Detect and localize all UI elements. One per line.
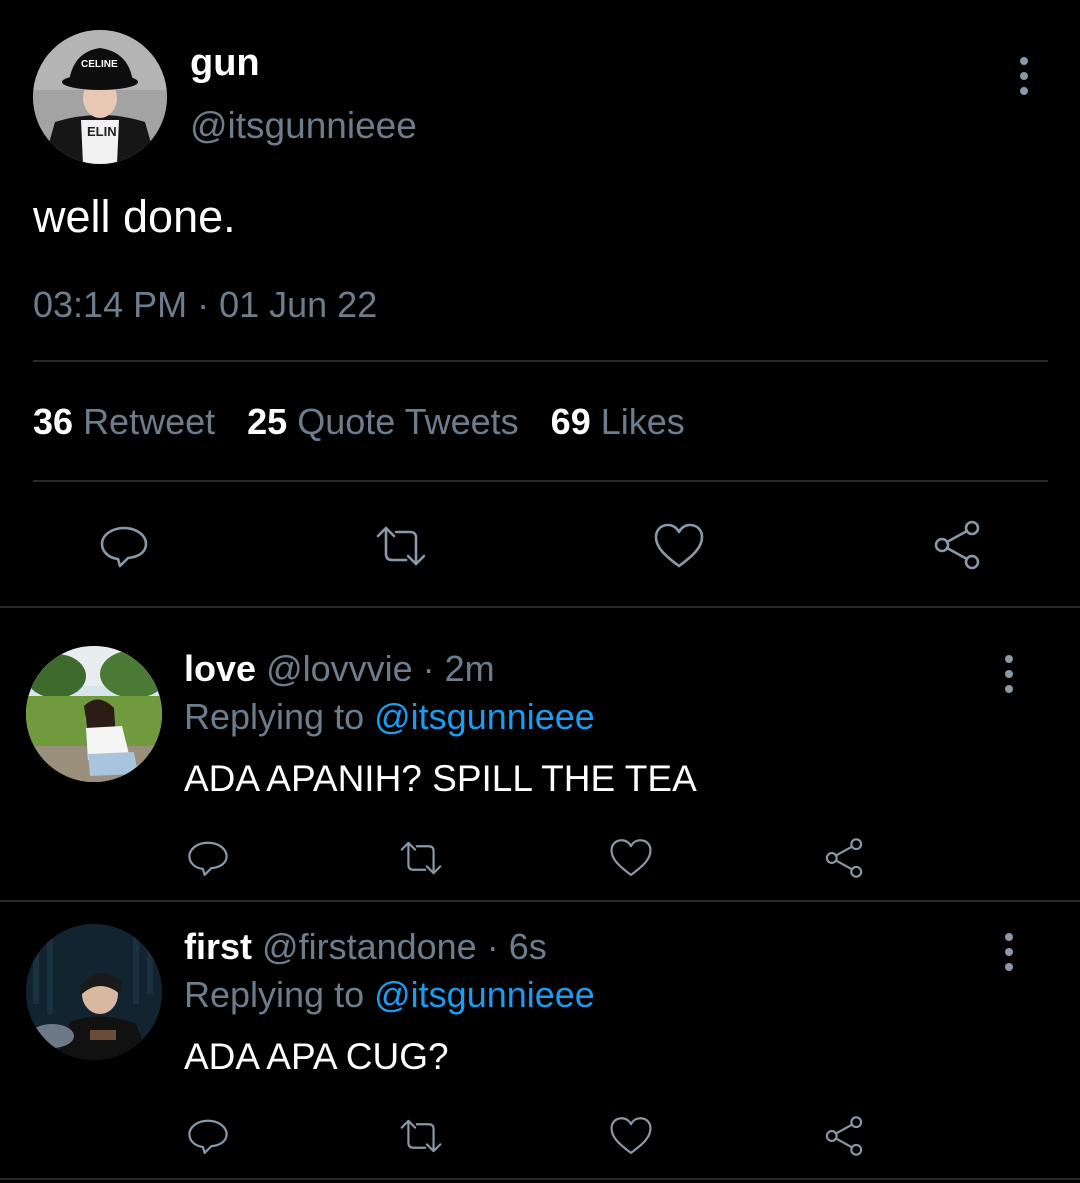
replying-to: Replying to @itsgunnieee	[184, 694, 595, 740]
quote-count: 25	[247, 401, 288, 442]
divider	[0, 900, 1080, 902]
replying-to: Replying to @itsgunnieee	[184, 972, 595, 1018]
replying-to-handle[interactable]: @itsgunnieee	[374, 974, 595, 1015]
share-icon[interactable]	[822, 836, 866, 880]
reply-icon[interactable]	[98, 520, 150, 572]
divider	[33, 360, 1048, 362]
like-icon[interactable]	[608, 1114, 654, 1158]
replying-to-label: Replying to	[184, 696, 365, 737]
replying-to-handle[interactable]: @itsgunnieee	[374, 696, 595, 737]
tweet-stats: 36 Retweet 25 Quote Tweets 69 Likes	[33, 400, 717, 444]
avatar[interactable]: ELIN CELINE	[33, 30, 167, 164]
avatar[interactable]	[26, 924, 162, 1060]
share-icon[interactable]	[930, 518, 984, 572]
more-options-icon[interactable]	[1004, 655, 1014, 693]
tweet-text: well done.	[33, 191, 236, 242]
reply-handle[interactable]: @lovvvie	[266, 648, 413, 689]
reply-icon[interactable]	[186, 836, 230, 880]
reply-display-name[interactable]: love	[184, 648, 256, 689]
likes-count: 69	[550, 401, 591, 442]
likes-label: Likes	[600, 401, 685, 442]
retweet-icon[interactable]	[370, 520, 432, 572]
like-icon[interactable]	[652, 520, 706, 572]
like-icon[interactable]	[608, 836, 654, 880]
svg-text:ELIN: ELIN	[87, 124, 117, 139]
share-icon[interactable]	[822, 1114, 866, 1158]
tweet-timestamp[interactable]: 03:14 PM · 01 Jun 22	[33, 283, 377, 327]
author-display-name[interactable]: gun	[190, 40, 260, 86]
reply-display-name[interactable]: first	[184, 926, 252, 967]
reply-handle[interactable]: @firstandone	[262, 926, 477, 967]
reply-text: ADA APANIH? SPILL THE TEA	[184, 758, 697, 799]
reply-time: · 2m	[422, 648, 495, 689]
avatar-image: ELIN CELINE	[33, 30, 167, 164]
avatar-image	[26, 924, 162, 1060]
quote-label: Quote Tweets	[297, 401, 519, 442]
reply-icon[interactable]	[186, 1114, 230, 1158]
retweet-icon[interactable]	[395, 836, 447, 880]
avatar[interactable]	[26, 646, 162, 782]
divider	[33, 480, 1048, 482]
retweet-icon[interactable]	[395, 1114, 447, 1158]
author-handle[interactable]: @itsgunnieee	[190, 103, 417, 149]
likes-stat[interactable]: 69 Likes	[551, 400, 685, 444]
quote-stat[interactable]: 25 Quote Tweets	[247, 400, 519, 444]
avatar-image	[26, 646, 162, 782]
svg-text:CELINE: CELINE	[81, 59, 118, 70]
divider	[0, 1178, 1080, 1180]
retweet-label: Retweet	[83, 401, 216, 442]
more-options-icon[interactable]	[1004, 933, 1014, 971]
reply-text: ADA APA CUG?	[184, 1036, 449, 1077]
retweet-count: 36	[33, 401, 74, 442]
replying-to-label: Replying to	[184, 974, 365, 1015]
reply-header: love @lovvvie · 2m	[184, 646, 495, 692]
reply-time: · 6s	[486, 926, 547, 967]
retweet-stat[interactable]: 36 Retweet	[33, 400, 215, 444]
more-options-icon[interactable]	[1019, 57, 1029, 95]
divider	[0, 606, 1080, 608]
reply-header: first @firstandone · 6s	[184, 924, 547, 970]
